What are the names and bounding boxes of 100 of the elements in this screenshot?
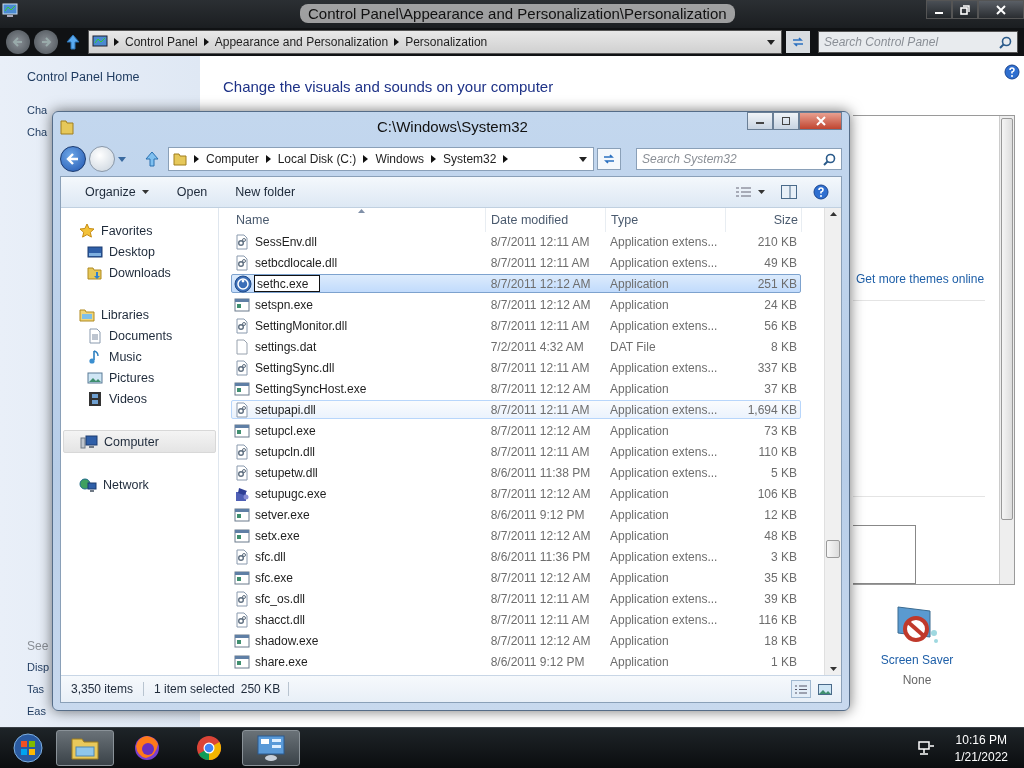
scrollbar[interactable]	[824, 208, 841, 675]
breadcrumb-item[interactable]: Control Panel	[125, 35, 198, 49]
file-row[interactable]: SessEnv.dll 8/7/2011 12:11 AM Application extens... 210 KB	[231, 232, 801, 251]
scroll-thumb[interactable]	[1001, 118, 1013, 520]
nav-item[interactable]: Desktop	[61, 241, 218, 262]
address-bar[interactable]: Control Panel Appearance and Personalization Personalization	[88, 30, 782, 54]
file-row[interactable]: settings.dat 7/2/2011 4:32 AM DAT File 8 KB	[231, 337, 801, 356]
details-view-button[interactable]	[791, 680, 811, 698]
screen-saver-link[interactable]: Screen Saver	[880, 653, 954, 667]
taskbar-button[interactable]	[56, 730, 114, 766]
sidebar-link[interactable]: Tas	[27, 683, 45, 695]
sidebar-link[interactable]: Cha	[27, 104, 48, 116]
type-cell-text: Application	[609, 570, 670, 585]
refresh-button[interactable]	[786, 31, 810, 53]
nav-item[interactable]: Favorites	[61, 220, 218, 241]
breadcrumb-item[interactable]: Personalization	[405, 35, 488, 49]
forward-button[interactable]	[34, 30, 58, 54]
file-row[interactable]: sfc.dll 8/6/2011 11:36 PM Application extens... 3 KB	[231, 547, 801, 566]
close-button[interactable]	[978, 0, 1024, 19]
file-name: setbcdlocale.dll	[255, 255, 338, 270]
file-row[interactable]: setupetw.dll 8/6/2011 11:38 PM Application extens... 5 KB	[231, 463, 801, 482]
sidebar-link[interactable]: Eas	[27, 705, 46, 717]
breadcrumb-item[interactable]: Computer	[206, 152, 259, 166]
column-header[interactable]: Type	[606, 208, 726, 232]
file-row[interactable]: setx.exe 8/7/2011 12:12 AM Application 48 KB	[231, 526, 801, 545]
file-row[interactable]: sfc.exe 8/7/2011 12:12 AM Application 35 KB	[231, 568, 801, 587]
toolbar-button[interactable]: New folder	[221, 177, 310, 207]
up-arrow-icon[interactable]	[66, 34, 80, 50]
scrollbar[interactable]	[999, 116, 1014, 584]
preview-pane-button[interactable]	[781, 185, 797, 199]
close-button[interactable]	[799, 112, 842, 130]
search-field[interactable]: Search System32	[636, 148, 842, 170]
nav-item[interactable]: Downloads	[61, 262, 218, 283]
file-row[interactable]: setspn.exe 8/7/2011 12:12 AM Application 24 KB	[231, 295, 801, 314]
type-cell-text: Application extens...	[609, 591, 719, 606]
nav-item[interactable]: Computer	[63, 430, 216, 453]
type-cell-text: Application extens...	[609, 255, 719, 270]
minimize-button[interactable]	[747, 112, 773, 130]
type-cell-text: Application extens...	[609, 549, 719, 564]
toolbar-button[interactable]: Open	[162, 177, 222, 207]
scroll-thumb[interactable]	[826, 540, 840, 558]
file-row[interactable]: setupugc.exe 8/7/2011 12:12 AM Application 106 KB	[231, 484, 801, 503]
refresh-arrows-icon	[602, 152, 616, 166]
fox-globe-icon	[133, 734, 161, 762]
help-icon[interactable]	[1004, 64, 1020, 80]
breadcrumb-item[interactable]: Local Disk (C:)	[277, 152, 357, 166]
caret-icon[interactable]	[579, 156, 587, 162]
maximize-button[interactable]	[773, 112, 799, 130]
size-cell-text: 48 KB	[763, 528, 798, 543]
restore-button[interactable]	[952, 0, 978, 19]
scroll-up-icon[interactable]	[829, 212, 837, 216]
file-row[interactable]: share.exe 8/6/2011 9:12 PM Application 1 KB	[231, 652, 801, 671]
file-row[interactable]: setupcl.exe 8/7/2011 12:12 AM Application 73 KB	[231, 421, 801, 440]
column-header[interactable]: Name	[231, 208, 486, 232]
file-row[interactable]: sethc.exe 8/7/2011 12:12 AM Application 251 KB	[231, 274, 801, 293]
clock[interactable]: 10:16 PM 1/21/2022	[954, 732, 1008, 764]
file-row[interactable]: setbcdlocale.dll 8/7/2011 12:11 AM Application extens... 49 KB	[231, 253, 801, 272]
theme-tile[interactable]	[853, 525, 916, 584]
sidebar-link[interactable]: Control Panel Home	[27, 70, 140, 84]
back-arrow-icon	[66, 152, 80, 166]
file-row[interactable]: sfc_os.dll 8/7/2011 12:11 AM Application extens... 39 KB	[231, 589, 801, 608]
address-bar[interactable]: Computer Local Disk (C:) Windows System32	[168, 147, 594, 171]
network-icon[interactable]	[916, 740, 935, 756]
file-row[interactable]: SettingMonitor.dll 8/7/2011 12:11 AM Application extens... 56 KB	[231, 316, 801, 335]
refresh-button[interactable]	[597, 148, 621, 170]
search-field[interactable]: Search Control Panel	[818, 31, 1018, 53]
control-panel-icon	[256, 734, 286, 762]
nav-item[interactable]: Pictures	[61, 367, 218, 388]
get-themes-link[interactable]: Get more themes online	[856, 272, 999, 287]
back-button[interactable]	[6, 30, 30, 54]
nav-item[interactable]: Videos	[61, 388, 218, 409]
breadcrumb-item[interactable]: Appearance and Personalization	[214, 35, 389, 49]
column-header[interactable]: Date modified	[486, 208, 606, 232]
sidebar-link[interactable]: Cha	[27, 126, 48, 138]
toolbar-button[interactable]: Organize	[71, 177, 163, 207]
file-row[interactable]: shadow.exe 8/7/2011 12:12 AM Application 18 KB	[231, 631, 801, 650]
file-row[interactable]: shacct.dll 8/7/2011 12:11 AM Application extens... 116 KB	[231, 610, 801, 629]
file-row[interactable]: setver.exe 8/6/2011 9:12 PM Application 12 KB	[231, 505, 801, 524]
nav-item[interactable]: Libraries	[61, 304, 218, 325]
nav-item[interactable]: Network	[61, 474, 218, 495]
column-header[interactable]: Size	[726, 208, 802, 232]
caret-icon[interactable]	[767, 39, 775, 45]
taskbar-button[interactable]	[242, 730, 300, 766]
back-button[interactable]	[60, 146, 86, 172]
file-row[interactable]: SettingSyncHost.exe 8/7/2011 12:12 AM Application 37 KB	[231, 379, 801, 398]
breadcrumb-item[interactable]: Windows	[375, 152, 425, 166]
window-file-icon	[234, 527, 250, 544]
view-options-button[interactable]	[735, 186, 765, 198]
help-button[interactable]	[813, 184, 829, 200]
rename-field[interactable]: sethc.exe	[254, 275, 320, 292]
sidebar-link[interactable]: Disp	[27, 661, 49, 673]
nav-item[interactable]: Music	[61, 346, 218, 367]
file-row[interactable]: setupapi.dll 8/7/2011 12:11 AM Application extens... 1,694 KB	[231, 400, 801, 419]
file-row[interactable]: SettingSync.dll 8/7/2011 12:11 AM Application extens... 337 KB	[231, 358, 801, 377]
minimize-button[interactable]	[926, 0, 952, 19]
scroll-down-icon[interactable]	[829, 667, 837, 671]
breadcrumb-item[interactable]: System32	[443, 152, 497, 166]
nav-item[interactable]: Documents	[61, 325, 218, 346]
globe-computer-icon	[79, 476, 97, 493]
file-row[interactable]: setupcln.dll 8/7/2011 12:11 AM Application extens... 110 KB	[231, 442, 801, 461]
